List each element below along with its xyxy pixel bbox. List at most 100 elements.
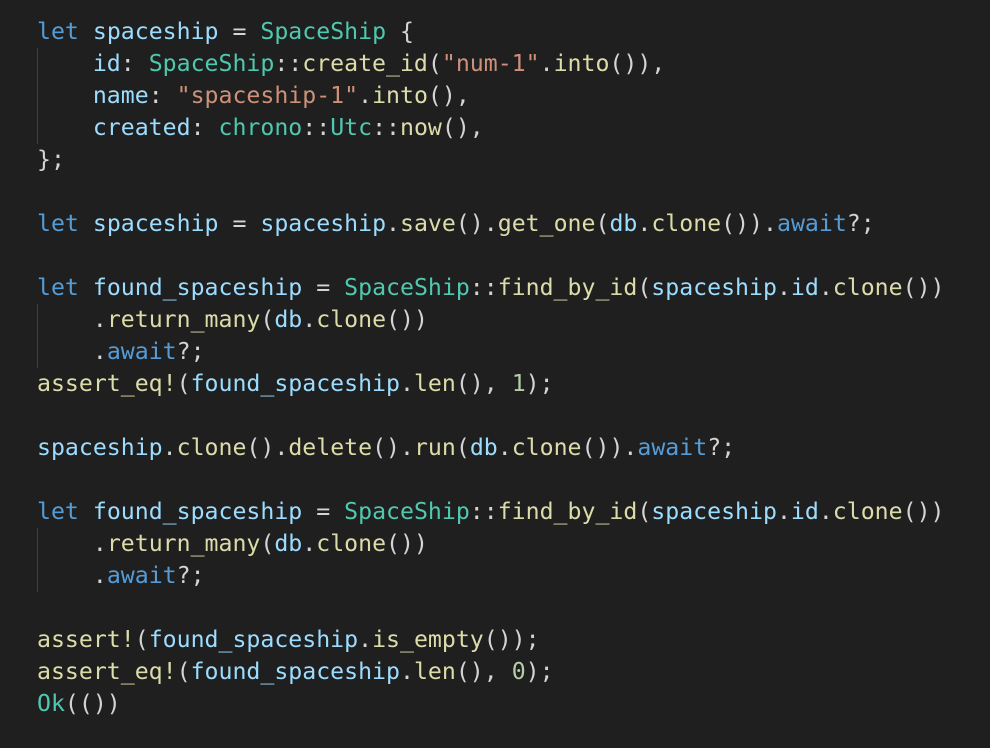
code-token: spaceship (260, 210, 387, 237)
code-token: ?; (707, 434, 736, 461)
code-token: ()), (609, 50, 666, 77)
code-token: . (302, 530, 317, 557)
code-token: into (553, 50, 610, 77)
code-token: db (469, 434, 498, 461)
code-token: spaceship (92, 210, 219, 237)
code-token: len (413, 658, 456, 685)
code-token: is_empty (372, 626, 484, 653)
code-token: clone (651, 210, 722, 237)
code-token: clone (832, 274, 903, 301)
code-area[interactable]: let spaceship = SpaceShip { id: SpaceShi… (37, 16, 990, 720)
code-token: :: (469, 498, 498, 525)
code-token: . (302, 306, 317, 333)
code-token: clone (316, 530, 387, 557)
code-token: ( (260, 306, 275, 333)
code-token: 1 (511, 370, 526, 397)
code-token: let (37, 498, 79, 525)
code-line: created: chrono::Utc::now(), (37, 112, 990, 144)
code-token: db (274, 530, 303, 557)
code-token: ()). (721, 210, 777, 237)
code-token: found_spaceship (190, 658, 400, 685)
code-line: id: SpaceShip::create_id("num-1".into())… (37, 48, 990, 80)
code-token: ?; (846, 210, 875, 237)
code-token: await (106, 338, 177, 365)
code-token: Utc (330, 114, 373, 141)
code-token: get_one (497, 210, 596, 237)
code-token: ( (427, 50, 442, 77)
code-token: ()) (902, 274, 945, 301)
code-line: let spaceship = SpaceShip { (37, 16, 990, 48)
code-token: db (609, 210, 638, 237)
code-token: await (776, 210, 847, 237)
code-token: spaceship (651, 498, 777, 525)
code-token: . (776, 274, 791, 301)
code-token: ()) (902, 498, 945, 525)
code-token: ( (595, 210, 610, 237)
code-editor[interactable]: let spaceship = SpaceShip { id: SpaceShi… (0, 0, 990, 748)
code-token: await (106, 562, 177, 589)
code-token: . (539, 50, 554, 77)
code-token: create_id (302, 50, 428, 77)
code-token: found_spaceship (148, 626, 359, 653)
code-token: ( (637, 498, 652, 525)
code-line: Ok(()) (37, 688, 990, 720)
code-token: . (37, 562, 107, 589)
code-token: SpaceShip (260, 18, 387, 45)
code-token: "spaceship-1" (176, 82, 359, 109)
code-token: . (358, 82, 373, 109)
code-token: clone (176, 434, 247, 461)
code-token: len (413, 370, 456, 397)
code-token: run (413, 434, 456, 461)
code-token: . (399, 370, 414, 397)
code-token: . (497, 434, 512, 461)
code-token: assert! (37, 626, 135, 653)
code-token: found_spaceship (92, 498, 303, 525)
indent-guide (37, 304, 38, 368)
code-token: assert_eq! (37, 370, 177, 397)
code-token: ()) (386, 306, 428, 333)
code-token: :: (302, 114, 331, 141)
code-token: (), (455, 658, 512, 685)
code-token: SpaceShip (344, 498, 470, 525)
code-token: ()). (581, 434, 638, 461)
code-token: ?; (176, 338, 205, 365)
code-token: ( (134, 626, 149, 653)
code-token: (). (246, 434, 289, 461)
code-line: .await?; (37, 336, 990, 368)
code-line: name: "spaceship-1".into(), (37, 80, 990, 112)
code-token: (), (455, 370, 512, 397)
code-token: = (302, 274, 345, 301)
code-token: clone (832, 498, 903, 525)
code-line: let found_spaceship = SpaceShip::find_by… (37, 496, 990, 528)
code-token: (()) (64, 690, 121, 717)
indent-guide (37, 528, 38, 592)
code-token: ()) (386, 530, 428, 557)
code-token: (), (427, 82, 470, 109)
code-token: ?; (176, 562, 205, 589)
code-line: .return_many(db.clone()) (37, 528, 990, 560)
code-token: : (120, 50, 149, 77)
code-token: ( (176, 370, 191, 397)
code-token: :: (469, 274, 498, 301)
code-token: ( (176, 658, 191, 685)
code-line: .return_many(db.clone()) (37, 304, 990, 336)
code-token: spaceship (651, 274, 777, 301)
code-token: . (162, 434, 177, 461)
code-token: . (386, 210, 400, 237)
code-token: clone (316, 306, 387, 333)
code-line: }; (37, 144, 990, 176)
code-line: .await?; (37, 560, 990, 592)
code-token: 0 (511, 658, 526, 685)
code-token: . (776, 498, 791, 525)
code-token: = (218, 18, 261, 45)
code-token: . (358, 626, 373, 653)
code-line: assert_eq!(found_spaceship.len(), 1); (37, 368, 990, 400)
code-line: spaceship.clone().delete().run(db.clone(… (37, 432, 990, 464)
